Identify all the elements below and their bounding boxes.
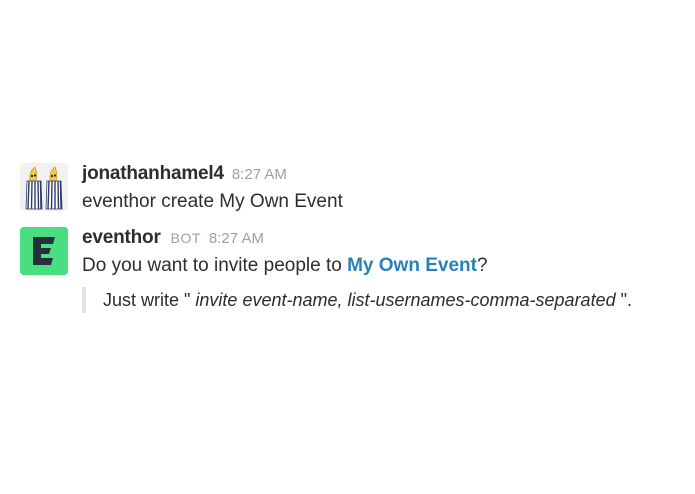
message-content: jonathanhamel4 8:27 AM eventhor create M… <box>82 163 343 215</box>
message-bot: eventhor BOT 8:27 AM Do you want to invi… <box>20 227 632 313</box>
message-content: eventhor BOT 8:27 AM Do you want to invi… <box>82 227 632 313</box>
bot-badge: BOT <box>170 230 201 246</box>
message-user: jonathanhamel4 8:27 AM eventhor create M… <box>20 163 343 215</box>
message-header: eventhor BOT 8:27 AM <box>82 227 632 252</box>
bananas-avatar-icon <box>20 163 68 211</box>
event-link[interactable]: My Own Event <box>347 255 477 276</box>
message-text: Do you want to invite people to My Own E… <box>82 252 632 279</box>
eventhor-logo-icon <box>20 227 68 275</box>
username[interactable]: jonathanhamel4 <box>82 163 224 185</box>
message-attachment: Just write " invite event-name, list-use… <box>82 287 632 313</box>
attachment-command: invite event-name, list-usernames-comma-… <box>195 290 616 310</box>
message-header: jonathanhamel4 8:27 AM <box>82 163 343 188</box>
timestamp[interactable]: 8:27 AM <box>232 166 287 183</box>
bot-avatar[interactable] <box>20 227 68 275</box>
message-text-after: ? <box>476 255 488 276</box>
attachment-suffix: ". <box>615 290 632 310</box>
user-avatar[interactable] <box>20 163 68 211</box>
username[interactable]: eventhor <box>82 227 161 249</box>
message-text: eventhor create My Own Event <box>82 191 343 212</box>
message-text-before: Do you want to invite people to <box>82 255 348 276</box>
attachment-prefix: Just write " <box>103 290 196 310</box>
timestamp[interactable]: 8:27 AM <box>209 230 264 247</box>
